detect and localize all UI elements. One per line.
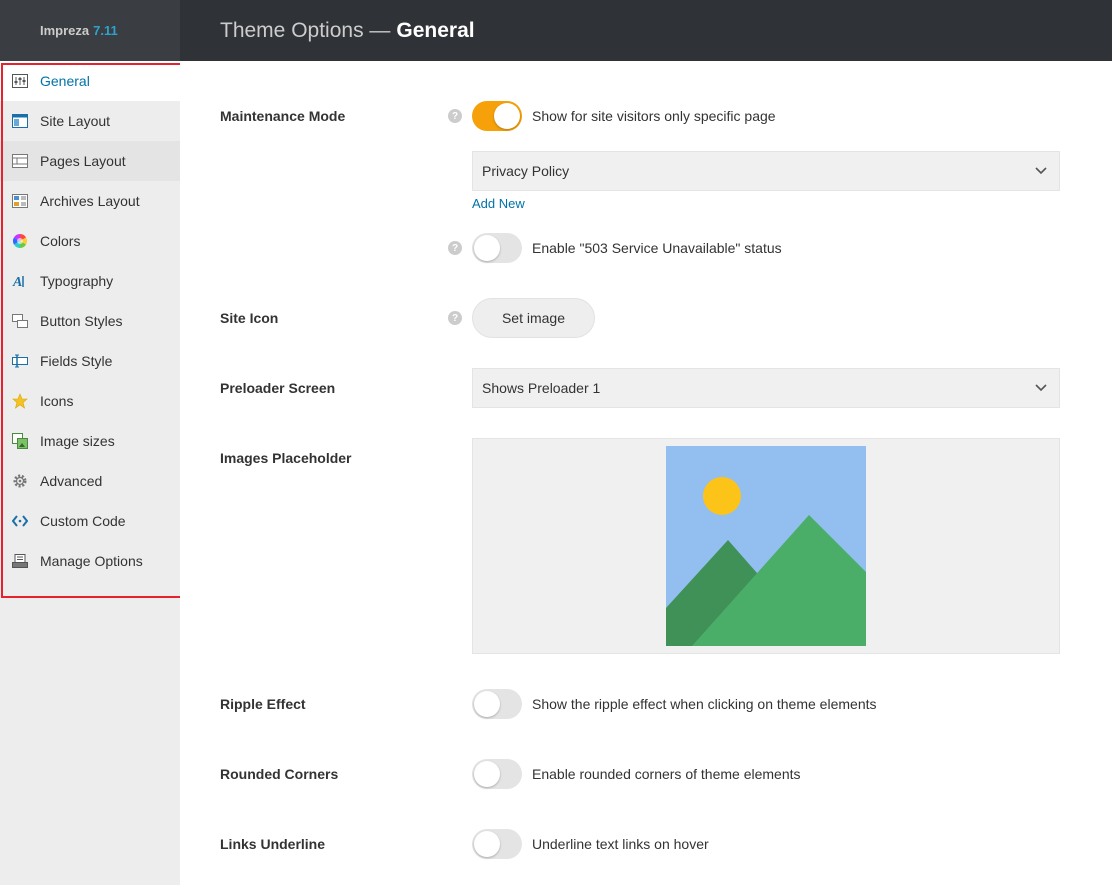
sidebar-item-fields-style[interactable]: Fields Style bbox=[0, 341, 180, 381]
sidebar-item-label: General bbox=[40, 73, 90, 89]
images-placeholder-label: Images Placeholder bbox=[220, 450, 352, 466]
toggle-knob bbox=[474, 235, 500, 261]
chevron-down-icon bbox=[1035, 381, 1047, 398]
sidebar-item-label: Typography bbox=[40, 273, 114, 289]
chevron-down-icon bbox=[1035, 164, 1047, 181]
brand-logo: Impreza 7.11 bbox=[0, 0, 180, 61]
links-underline-toggle[interactable] bbox=[472, 829, 522, 859]
page-header: Theme Options — General bbox=[180, 0, 1112, 61]
sidebar-item-colors[interactable]: Colors bbox=[0, 221, 180, 261]
sidebar-item-label: Button Styles bbox=[40, 313, 123, 329]
ripple-effect-toggle[interactable] bbox=[472, 689, 522, 719]
help-icon[interactable]: ? bbox=[448, 311, 462, 325]
star-icon bbox=[12, 393, 28, 409]
sidebar-item-icons[interactable]: Icons bbox=[0, 381, 180, 421]
sidebar-item-label: Manage Options bbox=[40, 553, 143, 569]
preloader-screen-label: Preloader Screen bbox=[220, 380, 336, 396]
settings-panel: Maintenance Mode ? Show for site visitor… bbox=[180, 61, 1112, 885]
links-underline-text: Underline text links on hover bbox=[532, 836, 709, 852]
svg-text:A: A bbox=[12, 275, 22, 289]
sidebar-item-site-layout[interactable]: Site Layout bbox=[0, 101, 180, 141]
preloader-select[interactable]: Shows Preloader 1 bbox=[472, 368, 1060, 408]
service-unavailable-text: Enable "503 Service Unavailable" status bbox=[532, 240, 782, 256]
sidebar-item-label: Icons bbox=[40, 393, 74, 409]
code-icon bbox=[12, 513, 28, 529]
sidebar-item-pages-layout[interactable]: Pages Layout bbox=[0, 141, 180, 181]
rounded-corners-toggle[interactable] bbox=[472, 759, 522, 789]
sidebar-item-general[interactable]: General bbox=[0, 61, 180, 101]
sidebar-item-archives-layout[interactable]: Archives Layout bbox=[0, 181, 180, 221]
page-title-prefix: Theme Options — bbox=[220, 18, 391, 42]
sidebar-item-custom-code[interactable]: Custom Code bbox=[0, 501, 180, 541]
sidebar: General Site Layout Pages Layout Archive… bbox=[0, 61, 180, 885]
fields-style-icon bbox=[12, 353, 28, 369]
toggle-knob bbox=[474, 691, 500, 717]
sidebar-item-image-sizes[interactable]: Image sizes bbox=[0, 421, 180, 461]
sidebar-item-label: Fields Style bbox=[40, 353, 113, 369]
sidebar-item-label: Pages Layout bbox=[40, 153, 126, 169]
sidebar-item-advanced[interactable]: Advanced bbox=[0, 461, 180, 501]
maintenance-mode-label: Maintenance Mode bbox=[220, 108, 346, 124]
toggle-knob bbox=[474, 831, 500, 857]
service-unavailable-toggle[interactable] bbox=[472, 233, 522, 263]
maintenance-mode-toggle[interactable] bbox=[472, 101, 522, 131]
sliders-icon bbox=[12, 73, 28, 89]
brand-version: 7.11 bbox=[93, 23, 118, 38]
pages-layout-icon bbox=[12, 153, 28, 169]
image-sizes-icon bbox=[12, 433, 28, 449]
ripple-effect-label: Ripple Effect bbox=[220, 696, 306, 712]
site-icon-label: Site Icon bbox=[220, 310, 279, 326]
help-icon[interactable]: ? bbox=[448, 241, 462, 255]
page-title: General bbox=[396, 18, 475, 42]
sidebar-item-label: Colors bbox=[40, 233, 81, 249]
archives-layout-icon bbox=[12, 193, 28, 209]
sidebar-item-label: Archives Layout bbox=[40, 193, 140, 209]
sidebar-item-label: Custom Code bbox=[40, 513, 126, 529]
links-underline-label: Links Underline bbox=[220, 836, 326, 852]
sidebar-item-typography[interactable]: A Typography bbox=[0, 261, 180, 301]
help-icon[interactable]: ? bbox=[448, 109, 462, 123]
sidebar-item-label: Advanced bbox=[40, 473, 103, 489]
typography-icon: A bbox=[12, 273, 28, 289]
maintenance-page-value: Privacy Policy bbox=[482, 163, 570, 179]
sidebar-item-manage-options[interactable]: Manage Options bbox=[0, 541, 180, 581]
button-styles-icon bbox=[12, 313, 28, 329]
maintenance-page-select[interactable]: Privacy Policy bbox=[472, 151, 1060, 191]
ripple-effect-text: Show the ripple effect when clicking on … bbox=[532, 696, 877, 712]
landscape-placeholder-image bbox=[666, 446, 866, 646]
maintenance-mode-text: Show for site visitors only specific pag… bbox=[532, 108, 776, 124]
preloader-value: Shows Preloader 1 bbox=[482, 380, 601, 396]
gear-icon bbox=[12, 473, 28, 489]
sidebar-item-label: Site Layout bbox=[40, 113, 111, 129]
manage-options-icon bbox=[12, 553, 28, 569]
rounded-corners-text: Enable rounded corners of theme elements bbox=[532, 766, 801, 782]
site-layout-icon bbox=[12, 113, 28, 129]
add-new-link[interactable]: Add New bbox=[472, 196, 525, 211]
toggle-knob bbox=[494, 103, 520, 129]
sidebar-item-button-styles[interactable]: Button Styles bbox=[0, 301, 180, 341]
toggle-knob bbox=[474, 761, 500, 787]
rounded-corners-label: Rounded Corners bbox=[220, 766, 339, 782]
images-placeholder-box[interactable] bbox=[472, 438, 1060, 654]
set-image-button[interactable]: Set image bbox=[472, 298, 595, 338]
brand-name: Impreza bbox=[40, 23, 90, 38]
sidebar-item-label: Image sizes bbox=[40, 433, 115, 449]
color-wheel-icon bbox=[12, 233, 28, 249]
